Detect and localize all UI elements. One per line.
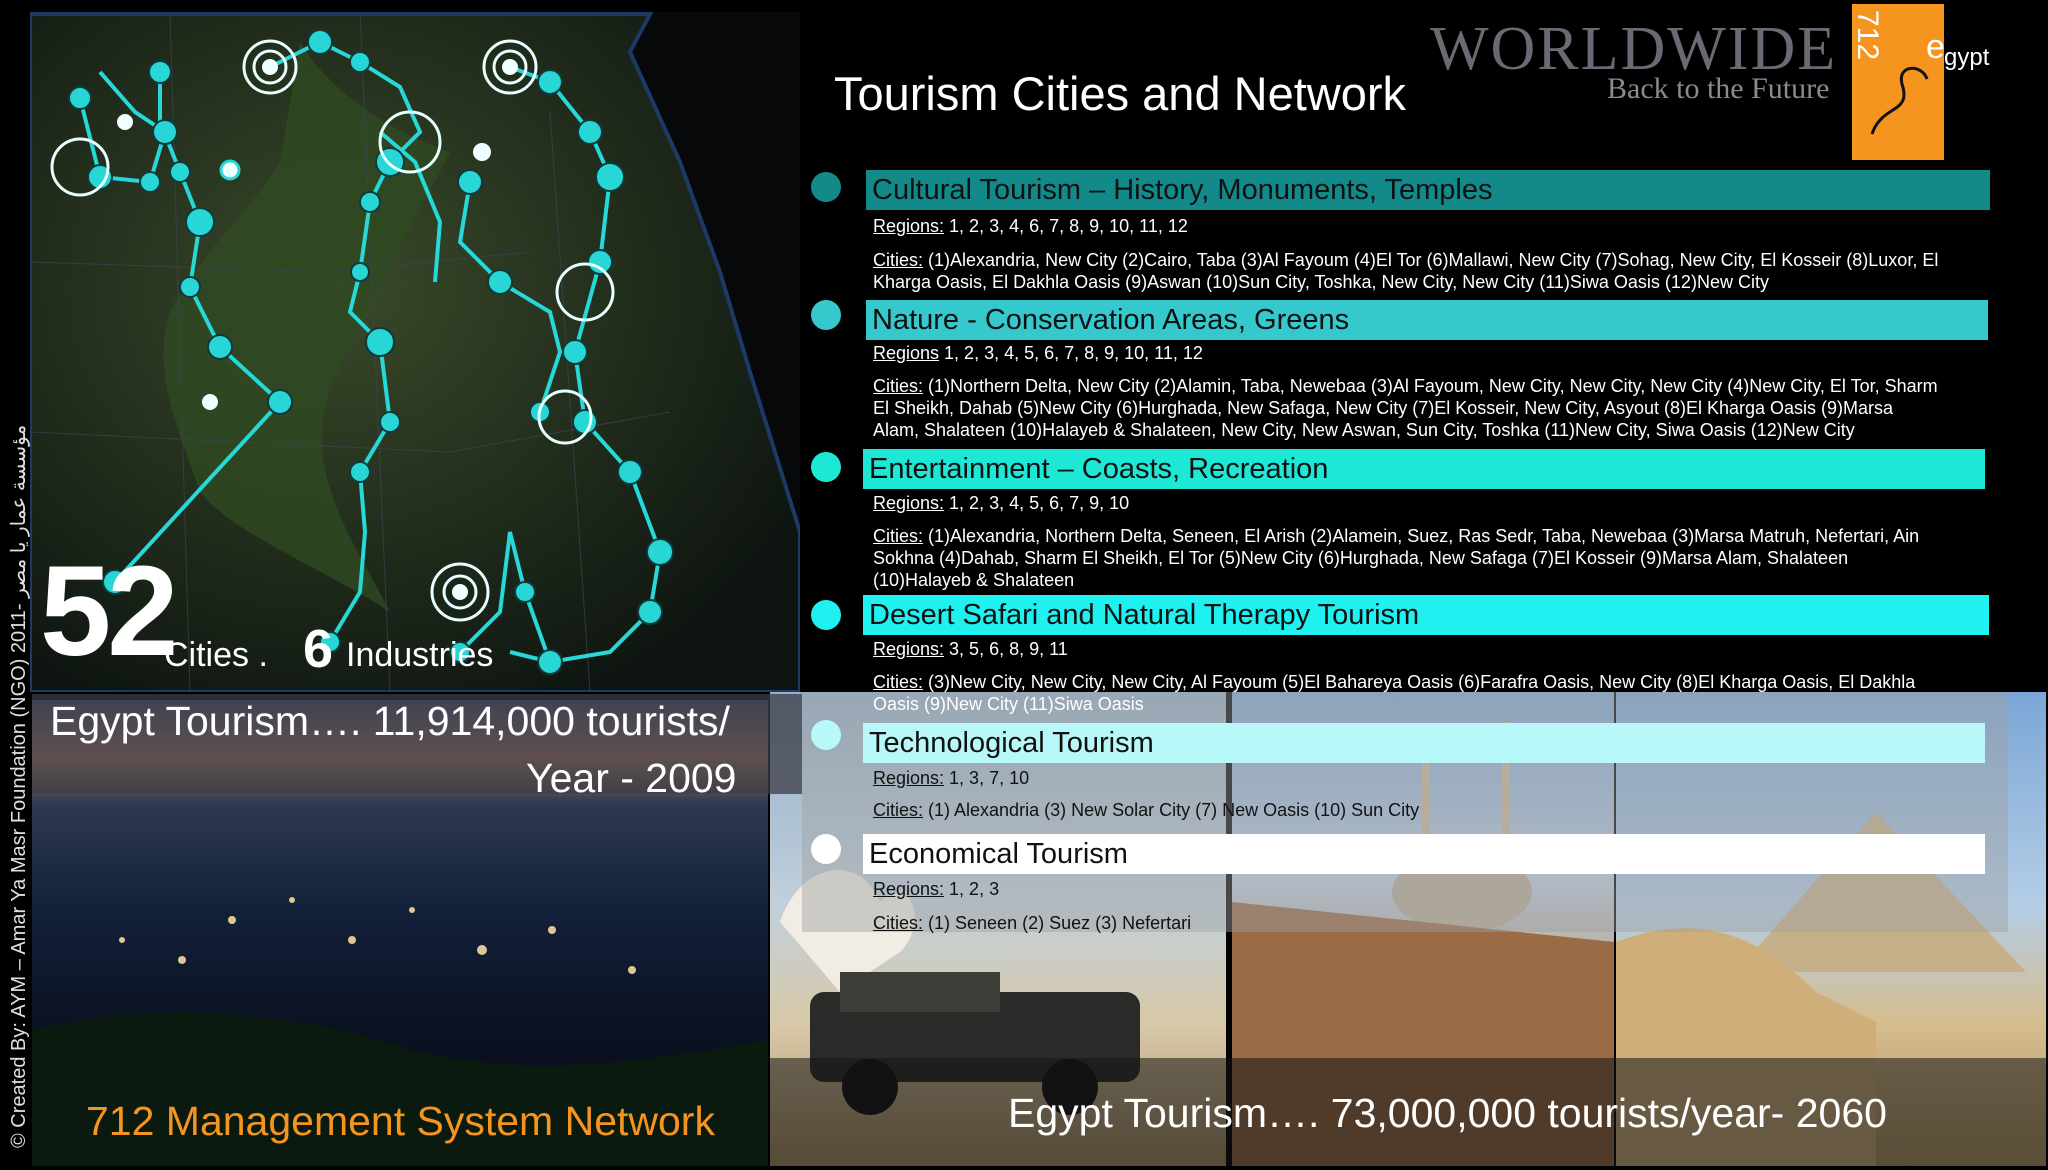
industries-label: Industries xyxy=(346,636,494,674)
page-title: Tourism Cities and Network xyxy=(834,67,1407,120)
economical-bullet xyxy=(811,834,841,864)
economical-cities: Cities: (1) Seneen (2) Suez (3) Nefertar… xyxy=(873,913,1192,933)
entertainment-cities-3: (10)Halayeb & Shalateen xyxy=(873,570,1075,590)
nature-cities-1: Cities: (1)Northern Delta, New City (2)A… xyxy=(873,376,1938,396)
desert-safari-cities-1: Cities: (3)New City, New City, New City,… xyxy=(873,672,1916,692)
cultural-tourism-bar: Cultural Tourism – History, Monuments, T… xyxy=(866,170,1990,210)
logo-712: 712 xyxy=(1851,10,1884,61)
tourism-2060-caption: Egypt Tourism…. 73,000,000 tourists/year… xyxy=(1008,1090,1887,1136)
technological-cities: Cities: (1) Alexandria (3) New Solar Cit… xyxy=(873,800,1420,820)
logo-tagline: Back to the Future xyxy=(1607,72,1830,105)
desert-safari-bar: Desert Safari and Natural Therapy Touris… xyxy=(863,595,1989,635)
technological-regions: Regions: 1, 3, 7, 10 xyxy=(873,768,1030,788)
entertainment-bar: Entertainment – Coasts, Recreation xyxy=(863,449,1985,489)
economical-bar: Economical Tourism xyxy=(863,834,1985,874)
cities-count: 52 xyxy=(40,540,178,683)
entertainment-bullet xyxy=(811,452,841,482)
nature-bar: Nature - Conservation Areas, Greens xyxy=(866,300,1988,340)
nature-cities-2: El Sheikh, Dahab (5)New City (6)Hurghada… xyxy=(873,398,1894,418)
logo-gypt: gypt xyxy=(1944,44,1990,71)
tourism-2009-line1: Egypt Tourism…. 11,914,000 tourists/ xyxy=(50,698,730,744)
economical-regions: Regions: 1, 2, 3 xyxy=(873,879,1000,899)
technological-bullet xyxy=(811,720,841,750)
management-network-caption: 712 Management System Network xyxy=(86,1098,715,1144)
entertainment-cities-1: Cities: (1)Alexandria, Northern Delta, S… xyxy=(873,526,1920,546)
nature-regions: Regions 1, 2, 3, 4, 5, 6, 7, 8, 9, 10, 1… xyxy=(873,343,1203,363)
desert-safari-regions: Regions: 3, 5, 6, 8, 9, 11 xyxy=(873,639,1068,659)
desert-safari-bullet xyxy=(811,600,841,630)
tourism-2009-line2: Year - 2009 xyxy=(526,755,737,801)
technological-bar: Technological Tourism xyxy=(863,723,1985,763)
industries-count: 6 xyxy=(303,619,334,679)
entertainment-regions: Regions: 1, 2, 3, 4, 5, 6, 7, 9, 10 xyxy=(873,493,1130,513)
cultural-regions: Regions: 1, 2, 3, 4, 6, 7, 8, 9, 10, 11,… xyxy=(873,216,1188,236)
nature-bullet xyxy=(811,300,841,330)
cities-label: Cities . xyxy=(164,636,268,674)
logo-e: e xyxy=(1926,28,1945,66)
cultural-cities-2: Kharga Oasis, El Dakhla Oasis (9)Aswan (… xyxy=(873,272,1769,292)
credit-text: © Created By: AYM – Amar Ya Masr Foundat… xyxy=(8,424,30,1148)
entertainment-cities-2: Sokhna (4)Dahab, Sharm El Sheikh, El Tor… xyxy=(873,548,1849,568)
cultural-cities-1: Cities: (1)Alexandria, New City (2)Cairo… xyxy=(873,250,1939,270)
nature-cities-3: Alam, Shalateen (10)Halayeb & Shalateen,… xyxy=(873,420,1855,440)
cultural-bullet xyxy=(811,172,841,202)
desert-safari-cities-2: Oasis (9)New City (11)Siwa Oasis xyxy=(873,694,1144,714)
